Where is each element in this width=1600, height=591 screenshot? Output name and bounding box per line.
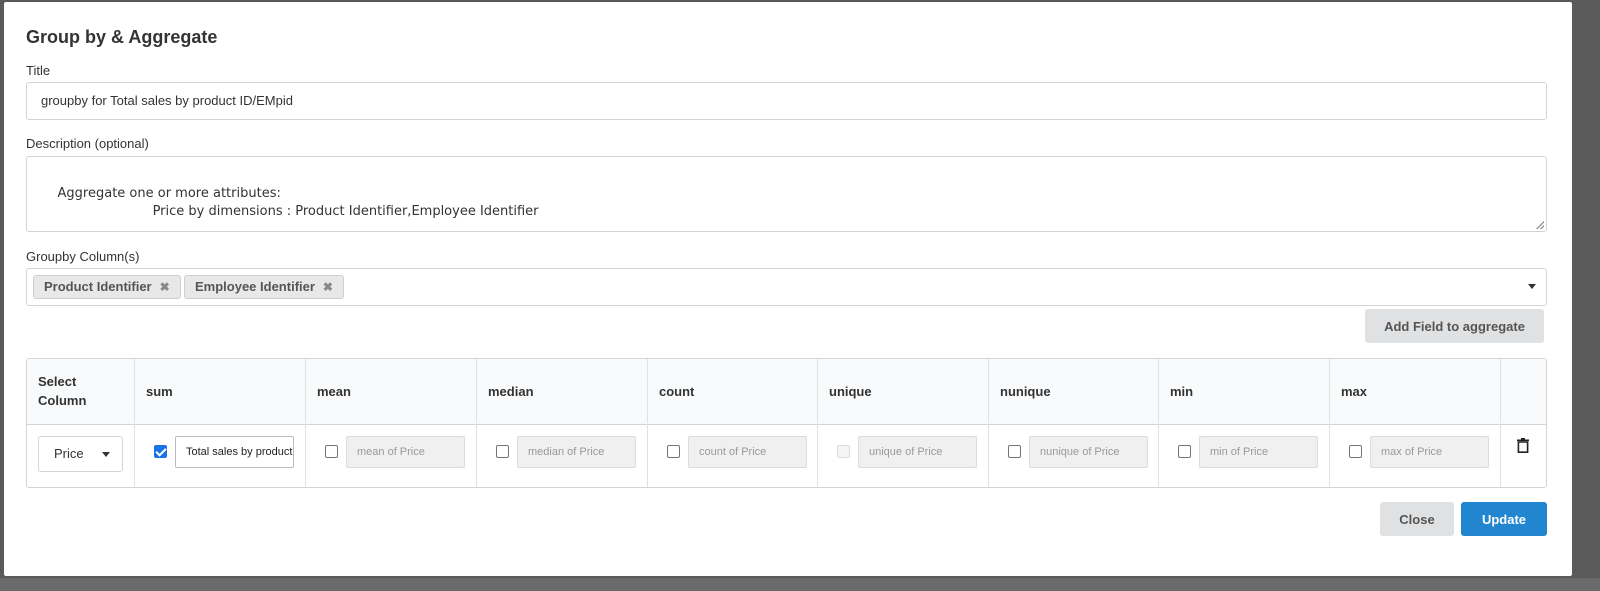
column-select-value: Price: [54, 446, 84, 461]
median-checkbox[interactable]: [496, 445, 509, 458]
sum-checkbox[interactable]: [154, 445, 167, 458]
min-cell: min of Price: [1159, 424, 1330, 487]
close-button[interactable]: Close: [1380, 502, 1454, 536]
column-select[interactable]: Price: [38, 436, 123, 472]
header-nunique: nunique: [989, 359, 1159, 423]
resize-grip-icon[interactable]: [1536, 221, 1544, 229]
min-input[interactable]: min of Price: [1199, 436, 1318, 468]
mean-input[interactable]: mean of Price: [346, 436, 465, 468]
unique-checkbox: [837, 445, 850, 458]
header-min: min: [1159, 359, 1330, 423]
nunique-cell: nunique of Price: [989, 424, 1159, 487]
groupby-label: Groupby Column(s): [26, 249, 140, 264]
background-content: [0, 578, 1600, 591]
chevron-down-icon: [102, 452, 110, 457]
unique-input[interactable]: unique of Price: [858, 436, 977, 468]
chip-label: Employee Identifier: [195, 279, 315, 294]
nunique-input[interactable]: nunique of Price: [1029, 436, 1148, 468]
groupby-multiselect[interactable]: Product Identifier ✖ Employee Identifier ✖: [26, 268, 1547, 306]
count-cell: count of Price: [648, 424, 818, 487]
groupby-chip-product-identifier: Product Identifier ✖: [33, 275, 181, 299]
groupby-chip-employee-identifier: Employee Identifier ✖: [184, 275, 344, 299]
add-field-button[interactable]: Add Field to aggregate: [1365, 309, 1544, 343]
trash-icon[interactable]: [1517, 438, 1529, 453]
modal-title: Group by & Aggregate: [26, 27, 218, 47]
header-median: median: [477, 359, 648, 423]
header-mean: mean: [306, 359, 477, 423]
actions-cell: [1501, 424, 1546, 487]
description-textarea[interactable]: Aggregate one or more attributes: Price …: [26, 156, 1547, 232]
header-unique: unique: [818, 359, 989, 423]
select-column-cell: Price: [27, 424, 135, 487]
median-input[interactable]: median of Price: [517, 436, 636, 468]
max-checkbox[interactable]: [1349, 445, 1362, 458]
header-sum: sum: [135, 359, 306, 423]
mean-checkbox[interactable]: [325, 445, 338, 458]
aggregate-table: Select Column sum mean median count uniq…: [26, 358, 1547, 488]
update-button[interactable]: Update: [1461, 502, 1547, 536]
sum-input[interactable]: Total sales by product ID/EMpid: [175, 436, 294, 468]
nunique-checkbox[interactable]: [1008, 445, 1021, 458]
count-input[interactable]: count of Price: [688, 436, 807, 468]
groupby-modal: Group by & Aggregate Title groupby for T…: [4, 2, 1572, 576]
description-text: Aggregate one or more attributes: Price …: [57, 186, 539, 219]
mean-cell: mean of Price: [306, 424, 477, 487]
header-select-column: Select Column: [27, 359, 135, 423]
remove-chip-icon[interactable]: ✖: [160, 280, 170, 294]
header-max: max: [1330, 359, 1501, 423]
table-header: Select Column sum mean median count uniq…: [27, 359, 1546, 425]
header-actions: [1501, 359, 1546, 423]
unique-cell: unique of Price: [818, 424, 989, 487]
min-checkbox[interactable]: [1178, 445, 1191, 458]
sum-cell: Total sales by product ID/EMpid: [135, 424, 306, 487]
max-input[interactable]: max of Price: [1370, 436, 1489, 468]
median-cell: median of Price: [477, 424, 648, 487]
title-label: Title: [26, 63, 51, 78]
title-input[interactable]: groupby for Total sales by product ID/EM…: [26, 82, 1547, 120]
remove-chip-icon[interactable]: ✖: [323, 280, 333, 294]
description-label: Description (optional): [26, 136, 149, 151]
chip-label: Product Identifier: [44, 279, 152, 294]
header-count: count: [648, 359, 818, 423]
max-cell: max of Price: [1330, 424, 1501, 487]
count-checkbox[interactable]: [667, 445, 680, 458]
chevron-down-icon[interactable]: [1528, 284, 1536, 289]
